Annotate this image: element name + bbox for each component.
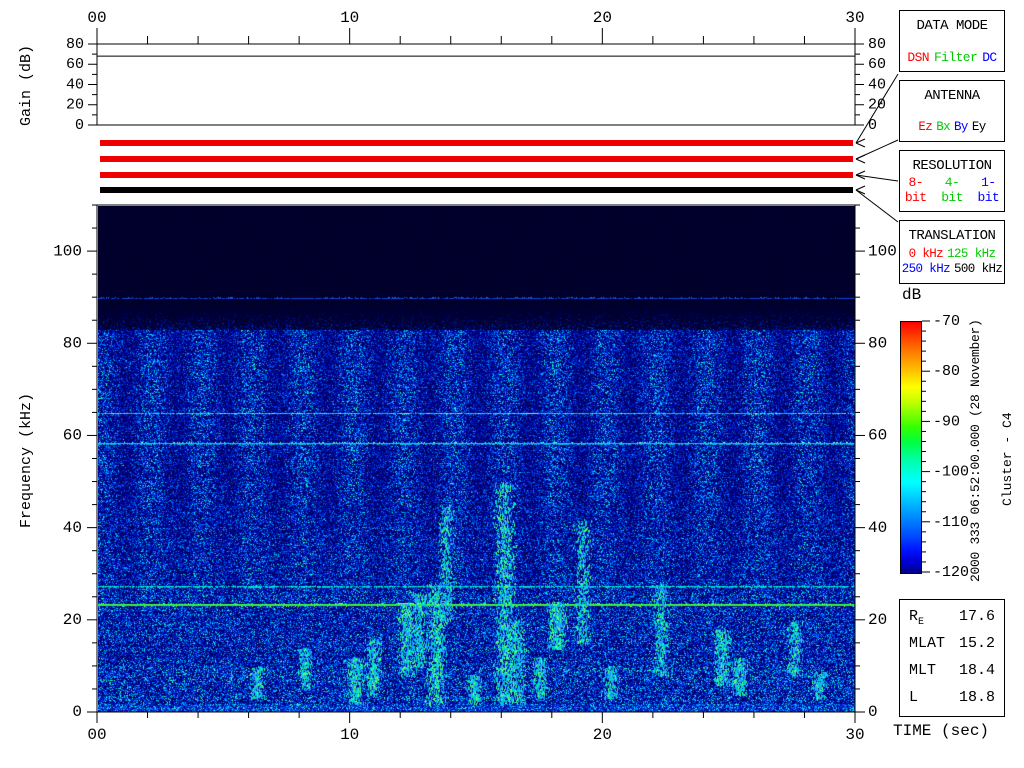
- freq-ytick-label-left: 80: [63, 334, 82, 352]
- antenna-option-row: Ez Bx By Ey: [900, 120, 1004, 135]
- gain-ytick-label-right: 40: [868, 76, 886, 93]
- data-mode-option-dsn: DSN: [907, 50, 929, 65]
- antenna-option-by: By: [954, 120, 968, 134]
- antenna-option-bx: Bx: [936, 120, 950, 134]
- translation-options: 0 kHz 125 kHz 250 kHz 500 kHz: [900, 247, 1004, 283]
- wbd-spectrogram-display: 00 10 20 30 0 0 20 20 40 40 60 60 80 80 0 0 20 20 40 40 60 60…: [0, 0, 1024, 768]
- translation-option-125-khz: 125 kHz: [947, 247, 996, 261]
- connector-line: [855, 174, 899, 182]
- translation-option-250-khz: 250 kHz: [901, 262, 951, 276]
- freq-ytick-label-left: 20: [63, 611, 82, 629]
- arrowhead: [855, 154, 866, 164]
- bottom-xtick-label: 20: [593, 726, 612, 744]
- resolution-option-4-bit: 4-bit: [941, 175, 963, 205]
- gain-ytick-label-right: 20: [868, 97, 886, 114]
- spectrogram-canvas: [98, 206, 855, 712]
- resolution-option-8-bit: 8-bit: [904, 175, 927, 205]
- translation-option-0-khz: 0 kHz: [908, 247, 944, 261]
- ephemeris-row-re: RE 17.6: [909, 607, 995, 628]
- resolution-options: 8-bit 4-bit 1-bit: [900, 175, 1004, 211]
- translation-bar: [100, 187, 853, 193]
- translation-title: TRANSLATION: [908, 228, 996, 244]
- gain-ytick-label-right: 60: [868, 56, 886, 73]
- translation-option-row: 0 kHz 125 kHz: [900, 247, 1004, 262]
- data-mode-bar: [100, 140, 853, 146]
- bottom-xtick-label: 00: [87, 726, 106, 744]
- connector-line: [855, 73, 899, 144]
- colorbar-tick-label: -110: [933, 514, 969, 531]
- antenna-option-ez: Ez: [918, 120, 933, 134]
- freq-ytick-label-left: 60: [63, 427, 82, 445]
- data-mode-options: DSN Filter DC: [900, 50, 1004, 71]
- arrowhead: [855, 138, 866, 148]
- top-xtick-label: 20: [593, 9, 612, 27]
- connector-line: [855, 189, 899, 223]
- freq-ytick-label-right: 20: [868, 611, 887, 629]
- mlat-value: 15.2: [958, 634, 995, 652]
- arrowhead: [855, 170, 866, 180]
- bottom-xtick-label: 10: [340, 726, 359, 744]
- freq-ytick-label-right: 80: [868, 334, 887, 352]
- freq-ytick-label-left: 40: [63, 519, 82, 537]
- data-mode-title: DATA MODE: [916, 18, 988, 34]
- re-value: 17.6: [958, 607, 995, 625]
- data-mode-option-filter: Filter: [933, 50, 978, 65]
- antenna-options: Ez Bx By Ey: [900, 120, 1004, 141]
- translation-option-row: 250 kHz 500 kHz: [900, 262, 1004, 277]
- freq-ytick-label-right: 100: [868, 242, 897, 260]
- resolution-option-row: 8-bit 4-bit 1-bit: [900, 175, 1004, 205]
- translation-option-500-khz: 500 kHz: [954, 262, 1003, 276]
- resolution-bar: [100, 172, 853, 178]
- resolution-box: RESOLUTION 8-bit 4-bit 1-bit: [899, 150, 1005, 212]
- data-mode-option-dc: DC: [982, 50, 997, 65]
- freq-ytick-label-right: 60: [868, 427, 887, 445]
- gain-ytick-label-left: 0: [75, 117, 84, 134]
- ephemeris-row-mlt: MLT 18.4: [900, 662, 1004, 682]
- gain-ytick-label-left: 20: [66, 97, 84, 114]
- colorbar-tick-label: -80: [933, 363, 960, 380]
- l-value: 18.8: [958, 688, 995, 706]
- antenna-box: ANTENNA Ez Bx By Ey: [899, 80, 1005, 142]
- mlt-value: 18.4: [958, 661, 995, 679]
- bottom-xtick-label: 30: [845, 726, 864, 744]
- gain-ytick-label-left: 80: [66, 36, 84, 53]
- colorbar: [900, 321, 922, 574]
- ephemeris-row-l: L 18.8: [900, 689, 1004, 709]
- antenna-option-ey: Ey: [971, 120, 986, 134]
- frequency-axis-label: Frequency (kHz): [18, 392, 35, 528]
- datetime-label: 2000 333 06:52:00.000 (28 November): [968, 319, 983, 582]
- gain-panel-frame: [96, 43, 856, 126]
- arrowhead: [855, 185, 866, 195]
- ephemeris-box: RE 17.6 MLAT 15.2 MLT 18.4 L 18.8: [899, 599, 1005, 717]
- freq-ytick-label-right: 0: [868, 703, 878, 721]
- resolution-option-1-bit: 1-bit: [977, 175, 1000, 205]
- spacecraft-label: Cluster - C4: [1000, 412, 1015, 506]
- top-xtick-label: 10: [340, 9, 359, 27]
- top-xtick-label: 30: [845, 9, 864, 27]
- freq-ytick-label-left: 100: [53, 242, 82, 260]
- data-mode-box: DATA MODE DSN Filter DC: [899, 10, 1005, 72]
- connector-line: [855, 139, 899, 160]
- gain-axis-label: Gain (dB): [18, 44, 35, 126]
- resolution-title: RESOLUTION: [912, 158, 992, 174]
- time-axis-label: TIME (sec): [893, 722, 990, 740]
- colorbar-units-label: dB: [902, 286, 922, 304]
- freq-ytick-label-left: 0: [72, 703, 82, 721]
- colorbar-tick-label: -100: [933, 464, 969, 481]
- colorbar-tick-label: -70: [933, 313, 960, 330]
- colorbar-tick-label: -90: [933, 413, 960, 430]
- colorbar-tick-label: -120: [933, 564, 969, 581]
- top-xtick-label: 00: [87, 9, 106, 27]
- antenna-bar: [100, 156, 853, 162]
- antenna-title: ANTENNA: [924, 88, 980, 104]
- data-mode-option-row: DSN Filter DC: [900, 50, 1004, 65]
- gain-ytick-label-right: 80: [868, 36, 886, 53]
- gain-ytick-label-right: 0: [868, 117, 877, 134]
- ephemeris-row-mlat: MLAT 15.2: [900, 635, 1004, 655]
- gain-ytick-label-left: 40: [66, 76, 84, 93]
- translation-box: TRANSLATION 0 kHz 125 kHz 250 kHz 500 kHz: [899, 220, 1005, 284]
- freq-ytick-label-right: 40: [868, 519, 887, 537]
- gain-ytick-label-left: 60: [66, 56, 84, 73]
